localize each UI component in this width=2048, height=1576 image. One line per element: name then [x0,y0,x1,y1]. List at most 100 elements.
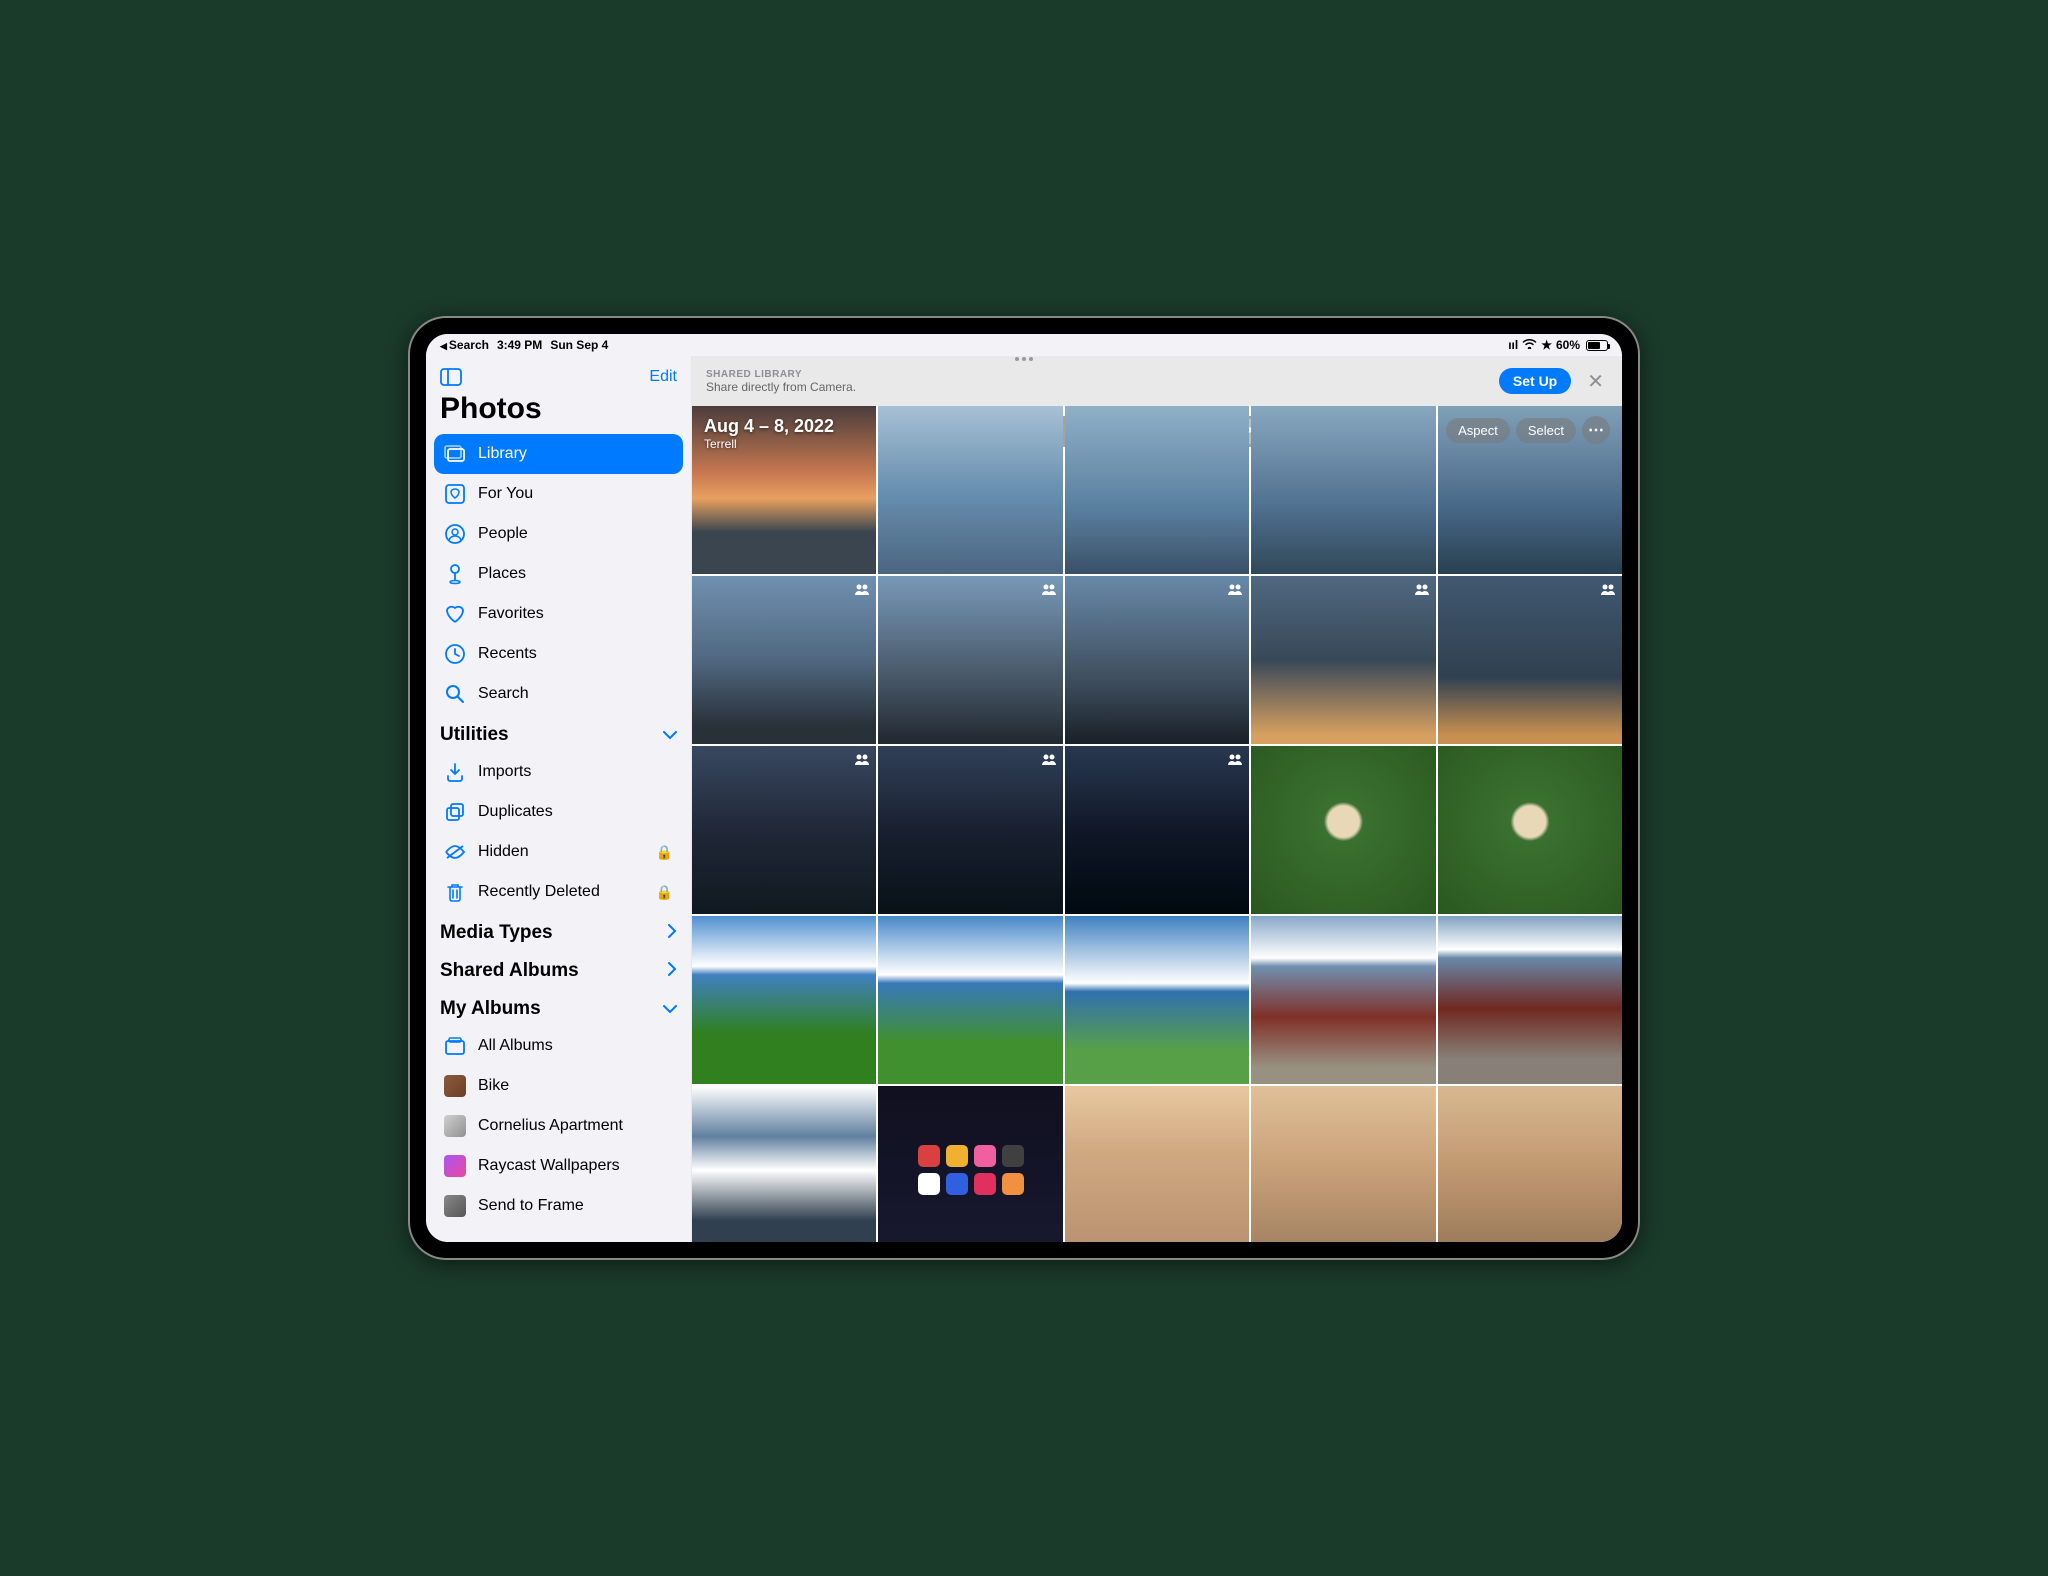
sidebar-item-label: Imports [478,763,531,781]
section-media-types[interactable]: Media Types [426,912,691,950]
shared-badge-icon [854,752,870,768]
photo-thumbnail[interactable] [878,576,1062,744]
section-label: Shared Albums [440,960,579,982]
sidebar-title: Photos [426,388,691,434]
photo-thumbnail[interactable] [692,576,876,744]
trash-icon [444,881,466,903]
battery-icon [1586,340,1608,351]
sidebar-item-album-frame[interactable]: Send to Frame [434,1186,683,1226]
photo-thumbnail[interactable] [1251,406,1435,574]
sidebar-item-library[interactable]: Library [434,434,683,474]
status-right: ııl ★ 60% [1508,338,1608,352]
photo-thumbnail[interactable] [878,746,1062,914]
photo-thumbnail[interactable] [878,916,1062,1084]
section-label: Media Types [440,922,553,944]
edit-button[interactable]: Edit [649,368,677,386]
sidebar-item-people[interactable]: People [434,514,683,554]
my-albums-list: All Albums Bike Cornelius Apartment Rayc… [426,1026,691,1226]
sidebar-item-all-albums[interactable]: All Albums [434,1026,683,1066]
album-thumbnail [444,1155,466,1177]
sidebar-item-search[interactable]: Search [434,674,683,714]
banner-title: SHARED LIBRARY [706,369,1487,380]
sidebar-item-duplicates[interactable]: Duplicates [434,792,683,832]
close-banner-button[interactable]: ✕ [1583,369,1608,394]
shared-library-banner: SHARED LIBRARY Share directly from Camer… [692,356,1622,406]
more-button[interactable]: ⋯ [1582,416,1610,444]
back-to-search[interactable]: Search [440,338,489,352]
location-label: Terrell [704,437,834,451]
section-my-albums[interactable]: My Albums [426,988,691,1026]
sidebar-item-label: Recently Deleted [478,883,600,901]
sidebar-item-label: Library [478,445,527,463]
shared-badge-icon [1227,582,1243,598]
photo-thumbnail[interactable] [1438,916,1622,1084]
sidebar-item-recently-deleted[interactable]: Recently Deleted 🔒 [434,872,683,912]
folder-icon [444,1035,466,1057]
battery-percent: 60% [1556,338,1580,352]
sidebar-item-label: Places [478,565,526,583]
photo-thumbnail[interactable] [692,916,876,1084]
lock-icon: 🔒 [656,884,673,901]
sidebar-item-label: Favorites [478,605,544,623]
sidebar-item-recents[interactable]: Recents [434,634,683,674]
photo-thumbnail[interactable] [1065,406,1249,574]
photo-thumbnail[interactable] [692,746,876,914]
photo-thumbnail[interactable] [1065,916,1249,1084]
photo-thumbnail[interactable] [1065,746,1249,914]
content-area: SHARED LIBRARY Share directly from Camer… [692,356,1622,1242]
shared-badge-icon [1041,582,1057,598]
hidden-icon [444,841,466,863]
sidebar-item-label: Bike [478,1077,509,1095]
photo-thumbnail[interactable] [1251,1086,1435,1242]
photo-thumbnail[interactable] [878,1086,1062,1242]
screen: Search 3:49 PM Sun Sep 4 ııl ★ 60% [426,334,1622,1242]
sidebar-toggle-icon[interactable] [440,368,462,386]
sidebar-item-imports[interactable]: Imports [434,752,683,792]
section-utilities[interactable]: Utilities [426,714,691,752]
photo-thumbnail[interactable] [1438,746,1622,914]
photo-thumbnail[interactable] [1251,916,1435,1084]
photo-thumbnail[interactable] [692,1086,876,1242]
sidebar-item-favorites[interactable]: Favorites [434,594,683,634]
date-range: Aug 4 – 8, 2022 [704,416,834,437]
sidebar-item-label: Hidden [478,843,529,861]
photo-grid-container[interactable]: Aug 4 – 8, 2022 Terrell Aspect Select ⋯ … [692,406,1622,1242]
sidebar-item-label: Search [478,685,529,703]
photo-thumbnail[interactable] [878,406,1062,574]
sidebar-item-album-cornelius[interactable]: Cornelius Apartment [434,1106,683,1146]
star-icon: ★ [1541,338,1552,352]
sidebar-item-places[interactable]: Places [434,554,683,594]
shared-badge-icon [1227,752,1243,768]
nav-list: Library For You People Places [426,434,691,714]
photo-thumbnail[interactable] [1438,576,1622,744]
sidebar-item-label: People [478,525,528,543]
status-bar: Search 3:49 PM Sun Sep 4 ııl ★ 60% [426,334,1622,356]
photo-thumbnail[interactable] [1251,576,1435,744]
ipad-frame: Search 3:49 PM Sun Sep 4 ııl ★ 60% [408,316,1640,1260]
sidebar-item-hidden[interactable]: Hidden 🔒 [434,832,683,872]
photo-thumbnail[interactable] [1251,746,1435,914]
status-time: 3:49 PM [497,338,542,352]
select-button[interactable]: Select [1516,418,1576,443]
recents-icon [444,643,466,665]
photo-thumbnail[interactable] [1065,1086,1249,1242]
aspect-button[interactable]: Aspect [1446,418,1510,443]
album-thumbnail [444,1195,466,1217]
chevron-right-icon [668,922,677,944]
photo-thumbnail[interactable] [1065,576,1249,744]
sidebar-item-label: Raycast Wallpapers [478,1157,620,1175]
section-shared-albums[interactable]: Shared Albums [426,950,691,988]
chevron-down-icon [663,724,677,746]
lock-icon: 🔒 [656,844,673,861]
album-thumbnail [444,1075,466,1097]
library-icon [444,443,466,465]
photo-thumbnail[interactable] [1438,1086,1622,1242]
multitask-indicator[interactable] [1015,357,1033,361]
setup-button[interactable]: Set Up [1499,368,1571,394]
chevron-right-icon [668,960,677,982]
sidebar-item-album-raycast[interactable]: Raycast Wallpapers [434,1146,683,1186]
sidebar-item-album-bike[interactable]: Bike [434,1066,683,1106]
places-icon [444,563,466,585]
sidebar-item-label: Duplicates [478,803,553,821]
sidebar-item-foryou[interactable]: For You [434,474,683,514]
